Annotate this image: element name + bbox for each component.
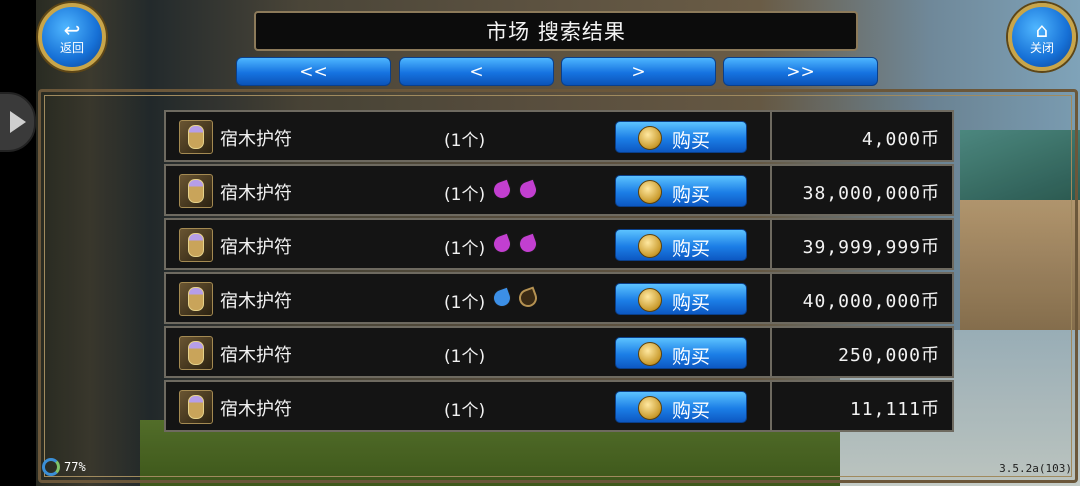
market-row[interactable]: 宿木护符 (1个) 购买 11,111币 <box>164 380 954 432</box>
amulet-glyph <box>188 179 204 203</box>
item-quantity: (1个) <box>444 185 486 205</box>
battery-indicator: 77% <box>42 458 86 476</box>
home-icon: ⌂ <box>1035 18 1049 42</box>
buy-button[interactable]: 购买 <box>615 391 747 423</box>
item-price: 40,000,000币 <box>802 291 940 312</box>
price-divider <box>770 112 772 160</box>
amulet-icon[interactable] <box>179 336 213 370</box>
buy-button[interactable]: 购买 <box>615 175 747 207</box>
price-divider <box>770 220 772 268</box>
amulet-icon[interactable] <box>179 282 213 316</box>
coin-icon <box>638 396 662 420</box>
item-price: 38,000,000币 <box>802 183 940 204</box>
purple-gem-icon <box>516 178 540 202</box>
item-quantity: (1个) <box>444 293 486 313</box>
purple-gem-icon <box>516 232 540 256</box>
back-label: 返回 <box>59 41 84 55</box>
pagination-bar: << < > >> <box>236 57 880 87</box>
empty-socket-icon <box>516 286 540 310</box>
return-arrow-icon: ↩ <box>63 18 81 42</box>
buy-label: 购买 <box>672 292 711 314</box>
item-name: 宿木护符 <box>220 291 292 312</box>
amulet-glyph <box>188 287 204 311</box>
buy-button[interactable]: 购买 <box>615 283 747 315</box>
price-divider <box>770 382 772 430</box>
price-divider <box>770 274 772 322</box>
last-page-button[interactable]: >> <box>723 57 878 86</box>
buy-label: 购买 <box>672 346 711 368</box>
market-row[interactable]: 宿木护符 (1个) 购买 4,000币 <box>164 110 954 162</box>
battery-ring-icon <box>42 458 60 476</box>
coin-icon <box>638 234 662 258</box>
coin-icon <box>638 288 662 312</box>
coin-icon <box>638 342 662 366</box>
next-page-button[interactable]: > <box>561 57 716 86</box>
item-quantity: (1个) <box>444 401 486 421</box>
close-button[interactable]: ⌂ 关闭 <box>1008 3 1076 71</box>
item-name: 宿木护符 <box>220 345 292 366</box>
market-row[interactable]: 宿木护符 (1个) 购买 40,000,000币 <box>164 272 954 324</box>
amulet-icon[interactable] <box>179 390 213 424</box>
item-name: 宿木护符 <box>220 399 292 420</box>
item-price: 11,111币 <box>849 399 940 420</box>
prev-page-button[interactable]: < <box>399 57 554 86</box>
buy-button[interactable]: 购买 <box>615 229 747 261</box>
coin-icon <box>638 180 662 204</box>
buy-label: 购买 <box>672 400 711 422</box>
amulet-icon[interactable] <box>179 174 213 208</box>
chevron-right-icon <box>10 111 26 133</box>
amulet-glyph <box>188 233 204 257</box>
buy-label: 购买 <box>672 184 711 206</box>
amulet-icon[interactable] <box>179 228 213 262</box>
item-quantity: (1个) <box>444 347 486 367</box>
item-price: 250,000币 <box>838 345 940 366</box>
amulet-glyph <box>188 125 204 149</box>
item-price: 4,000币 <box>861 129 940 150</box>
purple-gem-icon <box>490 232 514 256</box>
item-name: 宿木护符 <box>220 183 292 204</box>
item-name: 宿木护符 <box>220 129 292 150</box>
blue-gem-icon <box>490 286 514 310</box>
amulet-icon[interactable] <box>179 120 213 154</box>
page-title: 市场 搜索结果 <box>486 20 626 44</box>
price-divider <box>770 328 772 376</box>
buy-button[interactable]: 购买 <box>615 121 747 153</box>
left-black-strip <box>0 0 36 486</box>
item-name: 宿木护符 <box>220 237 292 258</box>
version-label: 3.5.2a(103) <box>999 462 1072 475</box>
purple-gem-icon <box>490 178 514 202</box>
item-price: 39,999,999币 <box>802 237 940 258</box>
amulet-glyph <box>188 395 204 419</box>
first-page-button[interactable]: << <box>236 57 391 86</box>
amulet-glyph <box>188 341 204 365</box>
market-row[interactable]: 宿木护符 (1个) 购买 38,000,000币 <box>164 164 954 216</box>
price-divider <box>770 166 772 214</box>
market-row[interactable]: 宿木护符 (1个) 购买 250,000币 <box>164 326 954 378</box>
item-quantity: (1个) <box>444 239 486 259</box>
battery-percent: 77% <box>64 460 86 474</box>
buy-button[interactable]: 购买 <box>615 337 747 369</box>
item-quantity: (1个) <box>444 131 486 151</box>
close-label: 关闭 <box>1029 41 1054 55</box>
market-row[interactable]: 宿木护符 (1个) 购买 39,999,999币 <box>164 218 954 270</box>
back-button[interactable]: ↩ 返回 <box>38 3 106 71</box>
buy-label: 购买 <box>672 238 711 260</box>
coin-icon <box>638 126 662 150</box>
buy-label: 购买 <box>672 130 711 152</box>
title-bar: 市场 搜索结果 <box>254 11 858 51</box>
